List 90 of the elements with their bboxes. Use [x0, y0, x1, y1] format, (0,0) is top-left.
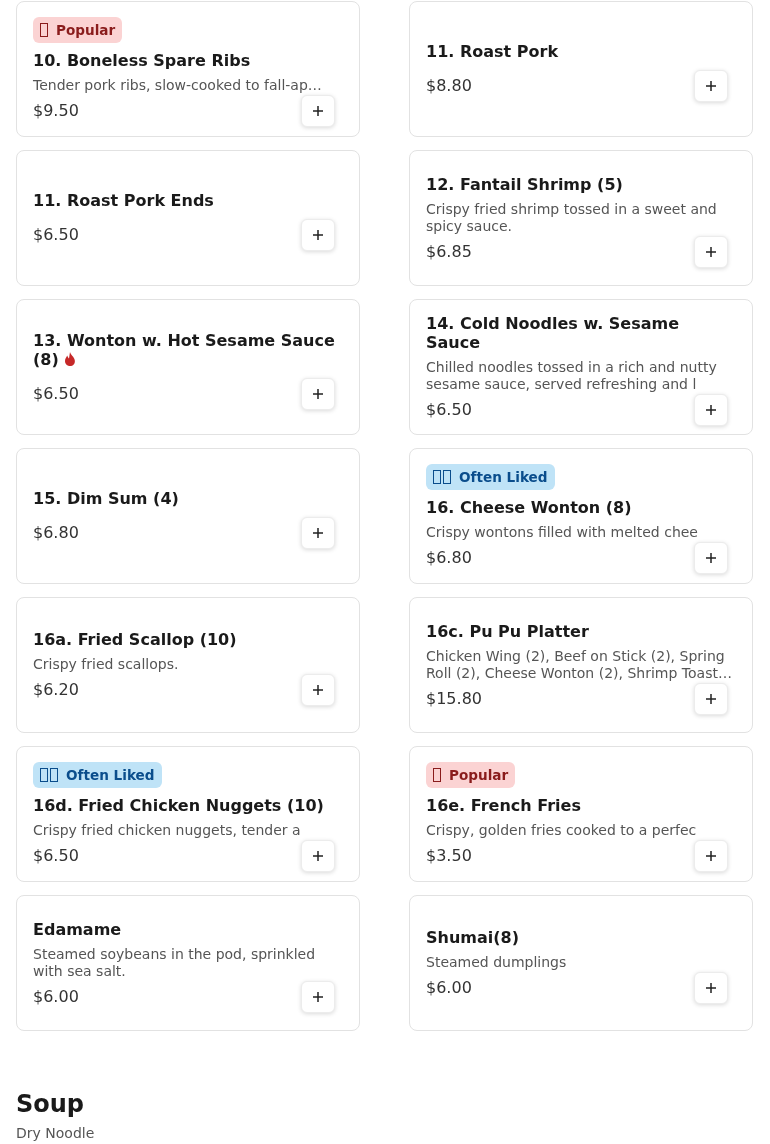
item-name: 10. Boneless Spare Ribs	[33, 51, 251, 70]
menu-item-card[interactable]: 13. Wonton w. Hot Sesame Sauce (8) $6.50	[16, 299, 360, 435]
badge-label: Popular	[56, 22, 116, 38]
menu-item-card[interactable]: Edamame Steamed soybeans in the pod, sprinkled with sea salt. $6.00	[16, 895, 360, 1031]
add-button[interactable]	[694, 682, 728, 715]
plus-icon	[313, 106, 323, 116]
item-price: $3.50	[426, 846, 472, 866]
item-name: 15. Dim Sum (4)	[33, 489, 179, 508]
add-button[interactable]	[694, 394, 728, 426]
plus-icon	[313, 991, 323, 1002]
item-price: $6.00	[33, 986, 79, 1007]
plus-icon	[313, 230, 323, 240]
item-name: 16a. Fried Scallop (10)	[33, 630, 237, 649]
menu-item-card[interactable]: 11. Roast Pork $8.80	[409, 1, 753, 137]
add-button[interactable]	[301, 377, 335, 410]
item-price: $9.50	[33, 101, 79, 121]
item-name: 16. Cheese Wonton (8)	[426, 498, 632, 517]
item-description: Crispy wontons filled with melted chee	[426, 524, 699, 541]
menu-item-card[interactable]: 16c. Pu Pu Platter Chicken Wing (2), Beef on Stick (2), Spring Roll (2), Cheese Wonton (2), Shrimp Toast… $15.80	[409, 597, 753, 733]
add-button[interactable]	[301, 980, 335, 1013]
add-button[interactable]	[694, 542, 728, 574]
item-description: Crispy fried scallops.	[33, 656, 180, 673]
plus-icon	[313, 388, 323, 399]
add-button[interactable]	[694, 70, 728, 102]
add-button[interactable]	[694, 235, 728, 268]
item-name: 16e. French Fries	[426, 796, 581, 815]
plus-icon	[313, 685, 323, 695]
item-name: 11. Roast Pork	[426, 42, 558, 61]
add-button[interactable]	[301, 517, 335, 549]
item-price: $6.50	[33, 846, 79, 866]
item-price: $6.20	[33, 680, 79, 700]
add-button[interactable]	[301, 674, 335, 706]
item-name: 11. Roast Pork Ends	[33, 191, 214, 210]
item-description: Tender pork ribs, slow-cooked to fall-ap…	[33, 77, 323, 94]
badge-label: Popular	[449, 767, 509, 783]
add-button[interactable]	[694, 972, 728, 1004]
plus-icon	[706, 246, 716, 257]
plus-icon	[706, 851, 716, 861]
add-button[interactable]	[694, 840, 728, 872]
item-price: $6.80	[33, 523, 79, 543]
menu-item-card[interactable]: 14. Cold Noodles w. Sesame Sauce Chilled noodles tossed in a rich and nutty sesame sauce, served refreshing and l $6.50	[409, 299, 753, 435]
menu-item-card[interactable]: Popular 16e. French Fries Crispy, golden fries cooked to a perfec $3.50	[409, 746, 753, 882]
item-name: 13. Wonton w. Hot Sesame Sauce (8)	[33, 330, 335, 369]
menu-item-card[interactable]: 11. Roast Pork Ends $6.50	[16, 150, 360, 286]
item-description: Steamed soybeans in the pod, sprinkled with sea salt.	[33, 945, 317, 980]
missing-glyph-icon	[40, 23, 48, 37]
missing-glyph-icon	[40, 768, 58, 782]
item-name: 16c. Pu Pu Platter	[426, 621, 589, 641]
item-price: $6.00	[426, 978, 472, 998]
add-button[interactable]	[301, 219, 335, 251]
item-price: $6.85	[426, 241, 472, 262]
item-price: $6.80	[426, 548, 472, 568]
item-name: Shumai(8)	[426, 928, 519, 947]
section-subtitle: Dry Noodle	[16, 1125, 96, 1142]
menu-item-card[interactable]: 12. Fantail Shrimp (5) Crispy fried shrimp tossed in a sweet and spicy sauce. $6.85	[409, 150, 753, 286]
item-price: $6.50	[33, 225, 79, 245]
menu-item-card[interactable]: Often Liked 16d. Fried Chicken Nuggets (10) Crispy fried chicken nuggets, tender a $6.50	[16, 746, 360, 882]
add-button[interactable]	[301, 840, 335, 872]
plus-icon	[706, 405, 716, 415]
plus-icon	[706, 693, 716, 704]
plus-icon	[706, 81, 716, 91]
item-description: Chilled noodles tossed in a rich and nutty sesame sauce, served refreshing and l	[426, 359, 718, 393]
item-name: Edamame	[33, 919, 122, 939]
item-price: $6.50	[426, 400, 472, 420]
item-name: 12. Fantail Shrimp (5)	[426, 174, 623, 194]
add-button[interactable]	[301, 95, 335, 127]
item-description: Steamed dumplings	[426, 954, 568, 971]
item-name: 16d. Fried Chicken Nuggets (10)	[33, 796, 324, 815]
menu-item-card[interactable]: 16a. Fried Scallop (10) Crispy fried scallops. $6.20	[16, 597, 360, 733]
item-description: Crispy fried chicken nuggets, tender a	[33, 822, 302, 839]
item-price: $6.50	[33, 383, 79, 404]
item-name: 14. Cold Noodles w. Sesame Sauce	[426, 314, 680, 352]
missing-glyph-icon	[433, 470, 451, 484]
section-title: Soup	[16, 1090, 86, 1118]
plus-icon	[313, 851, 323, 861]
item-price: $15.80	[426, 688, 482, 709]
item-description: Crispy, golden fries cooked to a perfec	[426, 822, 698, 839]
plus-icon	[706, 983, 716, 993]
plus-icon	[706, 553, 716, 563]
item-description: Chicken Wing (2), Beef on Stick (2), Spring Roll (2), Cheese Wonton (2), Shrimp Toast…	[426, 647, 733, 682]
missing-glyph-icon	[433, 768, 441, 782]
badge-label: Often Liked	[66, 767, 155, 783]
badge-label: Often Liked	[459, 469, 548, 485]
item-description: Crispy fried shrimp tossed in a sweet and spicy sauce.	[426, 200, 718, 235]
plus-icon	[313, 528, 323, 538]
menu-item-card[interactable]: Popular 10. Boneless Spare Ribs Tender pork ribs, slow-cooked to fall-ap… $9.50	[16, 1, 360, 137]
menu-item-card[interactable]: Shumai(8) Steamed dumplings $6.00	[409, 895, 753, 1031]
menu-item-card[interactable]: Often Liked 16. Cheese Wonton (8) Crispy wontons filled with melted chee $6.80	[409, 448, 753, 584]
menu-item-card[interactable]: 15. Dim Sum (4) $6.80	[16, 448, 360, 584]
item-price: $8.80	[426, 76, 472, 96]
